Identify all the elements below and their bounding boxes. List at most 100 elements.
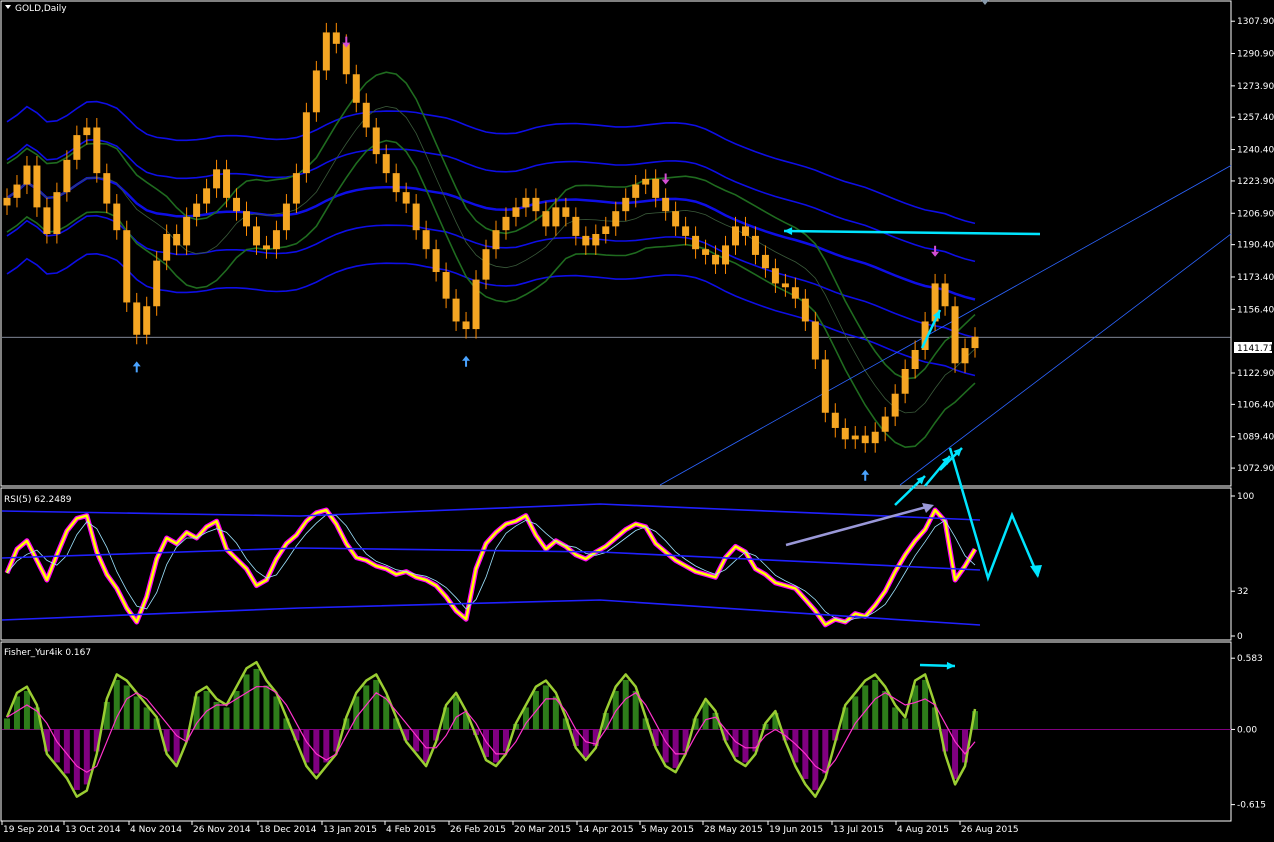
price-tick-label: 1206.90 xyxy=(1237,209,1274,219)
fisher-histogram-bar xyxy=(233,690,240,730)
fisher-histogram-bar xyxy=(892,707,899,730)
candle-body xyxy=(662,197,670,212)
candle-body xyxy=(402,192,410,204)
candle-body xyxy=(602,226,610,234)
price-tick-label: 1072.90 xyxy=(1237,464,1274,474)
price-tick-label: 1122.90 xyxy=(1237,369,1274,379)
fisher-histogram-bar xyxy=(263,685,270,730)
fisher-histogram-bar xyxy=(243,674,250,730)
candle-body xyxy=(632,184,640,198)
fisher-histogram-bar xyxy=(3,718,10,730)
candle-body xyxy=(702,249,710,255)
time-tick-label: 19 Jun 2015 xyxy=(769,825,823,835)
fisher-histogram-bar xyxy=(812,729,819,790)
candle-body xyxy=(682,226,690,236)
fisher-histogram-bar xyxy=(582,729,589,757)
rsi-tick-label: 0 xyxy=(1237,632,1243,642)
candle-body xyxy=(751,235,759,255)
time-tick-label: 4 Nov 2014 xyxy=(130,825,182,835)
candle-body xyxy=(482,249,490,280)
chart-canvas: 1307.90 1290.90 1273.90 1257.40 1240.40 1223.… xyxy=(0,0,1274,842)
candle-body xyxy=(622,197,630,212)
time-tick-label: 20 Mar 2015 xyxy=(514,825,571,835)
candle-body xyxy=(831,412,839,428)
candle-body xyxy=(43,207,51,234)
fisher-histogram-bar xyxy=(922,679,929,730)
candle-body xyxy=(712,254,720,265)
candle-body xyxy=(292,173,300,204)
fisher-histogram-bar xyxy=(662,729,669,763)
candle-body xyxy=(722,245,730,265)
fisher-histogram-bar xyxy=(862,685,869,730)
price-axis: 1307.90 1290.90 1273.90 1257.40 1240.40 1223.… xyxy=(1231,17,1274,474)
price-tick-label: 1156.40 xyxy=(1237,305,1274,315)
time-tick-label: 26 Nov 2014 xyxy=(193,825,251,835)
time-tick-label: 13 Jan 2015 xyxy=(323,825,377,835)
fisher-histogram-bar xyxy=(23,690,30,730)
rsi-tick-label: 32 xyxy=(1237,587,1248,597)
price-tick-label: 1307.90 xyxy=(1237,17,1274,27)
fisher-histogram-bar xyxy=(672,729,679,768)
candle-body xyxy=(532,197,540,212)
candle-body xyxy=(512,207,520,217)
candle-body xyxy=(153,260,161,307)
price-tick-label: 1257.40 xyxy=(1237,113,1274,123)
candle-body xyxy=(582,235,590,246)
candle-body xyxy=(193,203,201,217)
fisher-histogram-bar xyxy=(133,696,140,730)
candle-body xyxy=(272,230,280,250)
candle-body xyxy=(821,359,829,413)
candle-body xyxy=(901,369,909,394)
candle-body xyxy=(891,393,899,417)
time-tick-label: 14 Apr 2015 xyxy=(578,825,634,835)
candle-body xyxy=(362,102,370,128)
candle-body xyxy=(243,211,250,227)
fisher-histogram-bar xyxy=(173,729,180,763)
candle-body xyxy=(23,165,31,185)
candle-body xyxy=(143,306,151,335)
candle-body xyxy=(223,169,231,198)
candle-body xyxy=(562,207,570,217)
price-tick-label: 1190.40 xyxy=(1237,241,1274,251)
time-tick-label: 4 Feb 2015 xyxy=(386,825,436,835)
candle-body xyxy=(951,306,959,364)
time-tick-label: 26 Aug 2015 xyxy=(961,825,1019,835)
candle-body xyxy=(851,435,859,440)
candle-body xyxy=(332,32,340,44)
candle-body xyxy=(382,154,390,174)
candle-body xyxy=(672,211,680,227)
candle-body xyxy=(911,349,919,370)
time-tick-label: 4 Aug 2015 xyxy=(897,825,949,835)
current-price-label: 1141.71 xyxy=(1237,344,1274,354)
candle-body xyxy=(183,216,191,246)
price-tick-label: 1290.90 xyxy=(1237,50,1274,60)
time-tick-label: 28 May 2015 xyxy=(704,825,763,835)
candle-body xyxy=(761,254,769,269)
candle-body xyxy=(432,249,440,273)
rsi-tick-label: 100 xyxy=(1237,492,1254,502)
fisher-histogram-bar xyxy=(902,718,909,730)
price-panel-title: GOLD,Daily xyxy=(15,4,67,14)
price-tick-label: 1089.40 xyxy=(1237,433,1274,443)
fisher-histogram-bar xyxy=(73,729,80,790)
candle-body xyxy=(53,192,61,234)
time-tick-label: 5 May 2015 xyxy=(641,825,694,835)
fisher-histogram-bar xyxy=(882,690,889,730)
candle-body xyxy=(492,230,500,250)
fisher-histogram-bar xyxy=(143,707,150,730)
candle-body xyxy=(213,169,221,189)
candle-body xyxy=(203,188,211,204)
candle-body xyxy=(312,70,320,113)
fisher-histogram-bar xyxy=(223,707,230,730)
candle-body xyxy=(941,283,949,307)
candle-body xyxy=(252,226,260,246)
candle-body xyxy=(642,178,650,185)
candle-body xyxy=(392,173,400,193)
candle-body xyxy=(63,159,71,193)
price-tick-label: 1273.90 xyxy=(1237,82,1274,92)
candle-body xyxy=(502,216,510,231)
candle-body xyxy=(522,197,530,208)
candle-body xyxy=(462,321,470,330)
candle-body xyxy=(841,427,849,440)
candle-body xyxy=(612,211,620,227)
